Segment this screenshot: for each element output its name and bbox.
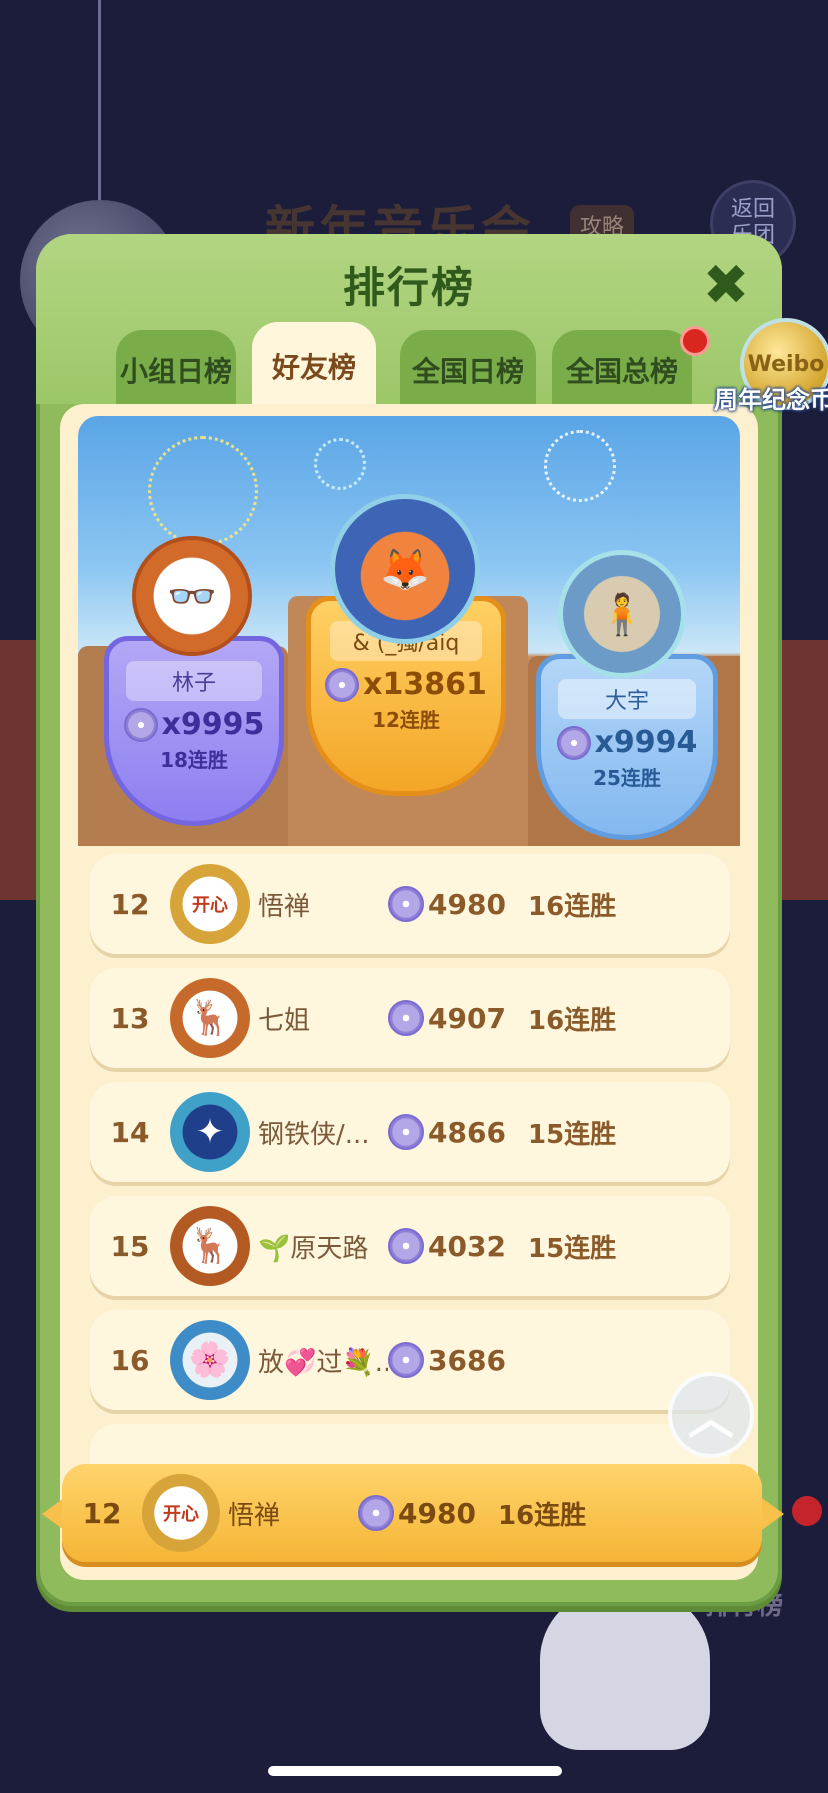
my-name: 悟禅 [228,1500,281,1531]
avatar[interactable]: ✦ [170,1092,250,1172]
person-icon: 🧍 [597,591,647,638]
firework-icon [314,438,366,490]
my-rank-number: 12 [82,1496,122,1530]
my-score: 4980 [358,1495,498,1531]
score-value: 4980 [428,887,506,921]
podium-second-card[interactable]: 林子 x9995 18连胜 [104,636,284,826]
podium-first-avatar[interactable]: 🦊 [330,494,480,644]
list-item[interactable]: 16 🌸 放💞过💐... 3686 [90,1310,730,1410]
disc-icon [388,1114,424,1150]
podium-second-score-value: x9995 [161,707,265,742]
win-streak: 16连胜 [528,1005,617,1036]
win-streak: 15连胜 [528,1119,617,1150]
avatar[interactable]: 🦌 [170,978,250,1058]
podium-third-avatar[interactable]: 🧍 [558,550,686,678]
player-score: 3686 [388,1342,528,1378]
player-score: 4907 [388,1000,528,1036]
home-indicator[interactable] [268,1766,562,1776]
player-name: 七姐 [258,1005,311,1036]
list-item[interactable]: 12 开心 悟禅 4980 16连胜 [90,854,730,954]
content-area: 林子 x9995 18连胜 & (_獨/aiq x13861 12连胜 大宇 x… [60,404,758,1580]
score-value: 3686 [428,1343,506,1377]
my-avatar[interactable]: 开心 [142,1474,220,1552]
disc-icon [388,886,424,922]
rank-number: 14 [110,1115,150,1149]
score-value: 4032 [428,1229,506,1263]
notification-dot [792,1496,822,1526]
player-name: 悟禅 [258,891,311,922]
panel-title: 排行榜 [342,263,475,312]
podium-third-name: 大宇 [558,679,696,719]
disc-icon [325,667,360,702]
podium-second-score: x9995 [123,707,265,742]
ornament-string [98,0,101,200]
person-glasses-icon: 👓 [167,573,217,620]
podium-first-score-value: x13861 [363,667,487,702]
podium: 林子 x9995 18连胜 & (_獨/aiq x13861 12连胜 大宇 x… [78,416,740,846]
ranking-list[interactable]: 12 开心 悟禅 4980 16连胜 13 🦌 七姐 4907 16连胜 14 … [78,848,740,1548]
player-name: 放💞过💐... [258,1347,388,1378]
tab-bar: 小组日榜 好友榜 全国日榜 全国总榜 [116,322,746,410]
disc-icon [123,707,158,742]
player-score: 4866 [388,1114,528,1150]
my-win-streak: 16连胜 [498,1500,587,1531]
disc-icon [556,725,591,760]
list-item[interactable]: 14 ✦ 钢铁侠/... 4866 15连胜 [90,1082,730,1182]
player-score: 4032 [388,1228,528,1264]
podium-third-card[interactable]: 大宇 x9994 25连胜 [536,654,718,840]
anniversary-coin-label[interactable]: 周年纪念币 [714,380,828,415]
rank-number: 15 [110,1229,150,1263]
rank-number: 12 [110,887,150,921]
rank-number: 13 [110,1001,150,1035]
win-streak: 16连胜 [528,891,617,922]
close-button[interactable]: ✖ [696,256,756,316]
podium-second-streak: 18连胜 [160,748,228,772]
podium-first-score: x13861 [325,667,487,702]
tab-national-total[interactable]: 全国总榜 [552,330,692,410]
disc-icon [388,1228,424,1264]
my-row-arrow-left [42,1498,64,1530]
coin-badge-text: Weibo [747,351,825,377]
my-rank-row[interactable]: 12 开心 悟禅 4980 16连胜 [62,1464,762,1562]
podium-third-score: x9994 [556,725,698,760]
firework-icon [148,436,258,546]
tab-friends[interactable]: 好友榜 [252,322,376,410]
my-score-value: 4980 [398,1496,476,1530]
tab-notification-dot [680,326,710,356]
player-name: 🌱原天路 [258,1233,369,1264]
disc-icon [388,1000,424,1036]
firework-icon [544,430,616,502]
list-item[interactable]: 15 🦌 🌱原天路 4032 15连胜 [90,1196,730,1296]
chevron-up-icon: ︿ [688,1391,734,1445]
player-score: 4980 [388,886,528,922]
avatar[interactable]: 🌸 [170,1320,250,1400]
podium-third-streak: 25连胜 [593,766,661,790]
disc-icon [388,1342,424,1378]
disc-icon [358,1495,394,1531]
scroll-to-top-button[interactable]: ︿ [668,1372,754,1458]
fox-icon: 🦊 [380,546,430,593]
rank-number: 16 [110,1343,150,1377]
podium-third-score-value: x9994 [594,725,698,760]
tab-national-daily[interactable]: 全国日榜 [400,330,536,410]
podium-second-avatar[interactable]: 👓 [132,536,252,656]
score-value: 4907 [428,1001,506,1035]
avatar[interactable]: 🦌 [170,1206,250,1286]
win-streak: 15连胜 [528,1233,617,1264]
avatar[interactable]: 开心 [170,864,250,944]
hand-decor [540,1590,710,1750]
list-item[interactable]: 13 🦌 七姐 4907 16连胜 [90,968,730,1068]
my-row-arrow-right [762,1498,784,1530]
podium-first-streak: 12连胜 [372,708,440,732]
tab-group-daily[interactable]: 小组日榜 [116,330,236,410]
player-name: 钢铁侠/... [258,1119,370,1150]
close-icon: ✖ [702,253,750,318]
podium-second-name: 林子 [126,661,262,701]
score-value: 4866 [428,1115,506,1149]
